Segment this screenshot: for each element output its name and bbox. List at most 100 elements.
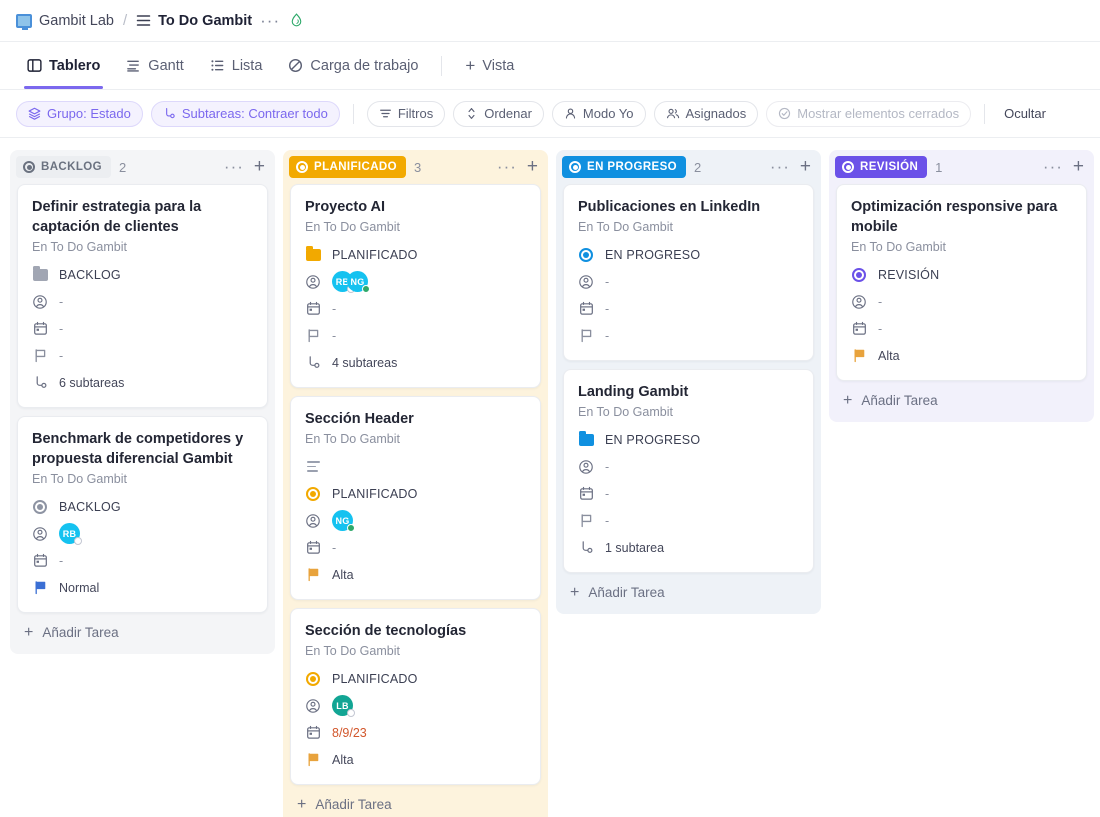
task-assignee-row[interactable]: - xyxy=(578,268,799,295)
task-due-date-row[interactable]: - xyxy=(578,480,799,507)
filters-button[interactable]: Filtros xyxy=(366,100,446,127)
task-description-row xyxy=(305,453,526,480)
breadcrumb-list[interactable]: To Do Gambit xyxy=(136,13,252,29)
column-add-task-button[interactable]: + xyxy=(525,157,540,176)
task-priority-row[interactable]: Alta xyxy=(851,342,1072,369)
column-status-chip[interactable]: REVISIÓN xyxy=(835,156,928,178)
column-status-chip[interactable]: PLANIFICADO xyxy=(289,156,406,178)
task-status-row[interactable]: EN PROGRESO xyxy=(578,241,799,268)
tab-tablero[interactable]: Tablero xyxy=(16,43,111,89)
task-due-date-row[interactable]: - xyxy=(305,534,526,561)
column-add-task-button[interactable]: + xyxy=(1071,157,1086,176)
task-assignee-row[interactable]: RB NG xyxy=(305,268,526,295)
column-more-button[interactable]: ··· xyxy=(497,158,517,175)
task-card[interactable]: Benchmark de competidores y propuesta di… xyxy=(17,416,268,613)
task-status-row[interactable]: EN PROGRESO xyxy=(578,426,799,453)
group-by-button[interactable]: Grupo: Estado xyxy=(16,100,143,127)
add-task-button[interactable]: + Añadir Tarea xyxy=(10,613,275,646)
me-mode-button[interactable]: Modo Yo xyxy=(551,100,646,127)
task-priority-row[interactable]: - xyxy=(578,507,799,534)
avatar[interactable]: RB xyxy=(59,523,82,545)
assignees-button[interactable]: Asignados xyxy=(653,100,759,127)
task-card[interactable]: Proyecto AI En To Do Gambit PLANIFICADO R… xyxy=(290,184,541,388)
tab-lista[interactable]: Lista xyxy=(199,43,274,89)
task-assignee-row[interactable]: - xyxy=(578,453,799,480)
task-priority-row[interactable]: - xyxy=(578,322,799,349)
column-header-revision: REVISIÓN 1 ··· + xyxy=(829,150,1094,184)
task-assignee-row[interactable]: LB xyxy=(305,692,526,719)
priority-flag-icon xyxy=(35,581,45,595)
column-status-chip[interactable]: EN PROGRESO xyxy=(562,156,687,178)
flag-icon-wrap xyxy=(32,580,48,596)
task-card[interactable]: Publicaciones en LinkedIn En To Do Gambit… xyxy=(563,184,814,361)
column-more-button[interactable]: ··· xyxy=(1043,158,1063,175)
add-view-label: Vista xyxy=(482,57,515,74)
task-assignee-avatars[interactable]: LB xyxy=(332,695,355,717)
task-assignee-avatars[interactable]: NG xyxy=(332,510,355,532)
tab-gantt[interactable]: Gantt xyxy=(115,43,194,89)
avatar-initials: LB xyxy=(336,700,349,711)
task-due-date-row[interactable]: - xyxy=(851,315,1072,342)
column-status-chip[interactable]: BACKLOG xyxy=(16,156,111,178)
task-assignee-row[interactable]: - xyxy=(32,288,253,315)
breadcrumb-workspace[interactable]: Gambit Lab xyxy=(16,12,114,30)
priority-flag-icon xyxy=(854,349,864,363)
task-due-date-row[interactable]: 8/9/23 xyxy=(305,719,526,746)
task-subtasks-row[interactable]: 6 subtareas xyxy=(32,369,253,396)
hide-button[interactable]: Ocultar xyxy=(998,106,1052,121)
task-status-row[interactable]: BACKLOG xyxy=(32,493,253,520)
task-assignee-avatars[interactable]: RB xyxy=(59,523,82,545)
task-card[interactable]: Landing Gambit En To Do Gambit EN PROGRES… xyxy=(563,369,814,573)
subtask-icon xyxy=(165,108,175,119)
task-assignee-avatars[interactable]: RB NG xyxy=(332,271,370,293)
task-priority-row[interactable]: Alta xyxy=(305,561,526,588)
task-assignee-row[interactable]: - xyxy=(851,288,1072,315)
avatar[interactable]: NG xyxy=(332,510,355,532)
avatar[interactable]: NG xyxy=(347,271,370,293)
task-due-date-row[interactable]: - xyxy=(32,315,253,342)
avatar[interactable]: LB xyxy=(332,695,355,717)
task-due-date-row[interactable]: - xyxy=(305,295,526,322)
column-add-task-button[interactable]: + xyxy=(798,157,813,176)
task-priority-row[interactable]: Normal xyxy=(32,574,253,601)
column-add-task-button[interactable]: + xyxy=(252,157,267,176)
task-status-row[interactable]: PLANIFICADO xyxy=(305,480,526,507)
add-view-button[interactable]: + Vista xyxy=(454,43,525,89)
task-subtasks-row[interactable]: 4 subtareas xyxy=(305,349,526,376)
add-task-button[interactable]: + Añadir Tarea xyxy=(283,785,548,817)
task-card[interactable]: Optimización responsive para mobile En To… xyxy=(836,184,1087,381)
task-status-label: EN PROGRESO xyxy=(605,432,701,447)
task-status-row[interactable]: BACKLOG xyxy=(32,261,253,288)
sort-button[interactable]: Ordenar xyxy=(453,100,544,127)
task-priority-row[interactable]: - xyxy=(305,322,526,349)
water-drop-icon[interactable] xyxy=(288,12,305,29)
flag-icon-wrap xyxy=(578,513,594,529)
task-status-row[interactable]: REVISIÓN xyxy=(851,261,1072,288)
task-due-date-row[interactable]: - xyxy=(32,547,253,574)
task-status-label: BACKLOG xyxy=(59,499,121,514)
show-closed-button[interactable]: Mostrar elementos cerrados xyxy=(766,100,972,127)
column-more-button[interactable]: ··· xyxy=(224,158,244,175)
task-title: Sección de tecnologías xyxy=(305,623,467,639)
add-task-button[interactable]: + Añadir Tarea xyxy=(829,381,1094,414)
task-status-row[interactable]: PLANIFICADO xyxy=(305,241,526,268)
task-card[interactable]: Sección Header En To Do Gambit PLANIFICAD… xyxy=(290,396,541,600)
breadcrumb-workspace-label: Gambit Lab xyxy=(39,12,114,29)
task-subtasks-label: 1 subtarea xyxy=(605,540,665,555)
add-task-button[interactable]: + Añadir Tarea xyxy=(556,573,821,606)
task-card[interactable]: Definir estrategia para la captación de … xyxy=(17,184,268,408)
flag-icon-wrap xyxy=(305,328,321,344)
tab-carga-de-trabajo[interactable]: Carga de trabajo xyxy=(277,43,429,89)
subtasks-button[interactable]: Subtareas: Contraer todo xyxy=(150,100,340,127)
task-due-date-row[interactable]: - xyxy=(578,295,799,322)
task-priority-row[interactable]: - xyxy=(32,342,253,369)
task-assignee-row[interactable]: NG xyxy=(305,507,526,534)
task-status-row[interactable]: PLANIFICADO xyxy=(305,665,526,692)
task-priority-row[interactable]: Alta xyxy=(305,746,526,773)
column-more-button[interactable]: ··· xyxy=(770,158,790,175)
task-subtasks-row[interactable]: 1 subtarea xyxy=(578,534,799,561)
breadcrumb-more-button[interactable]: ··· xyxy=(260,12,280,29)
task-card[interactable]: Sección de tecnologías En To Do Gambit PL… xyxy=(290,608,541,785)
task-assignee-row[interactable]: RB xyxy=(32,520,253,547)
assignee-icon xyxy=(306,274,320,289)
